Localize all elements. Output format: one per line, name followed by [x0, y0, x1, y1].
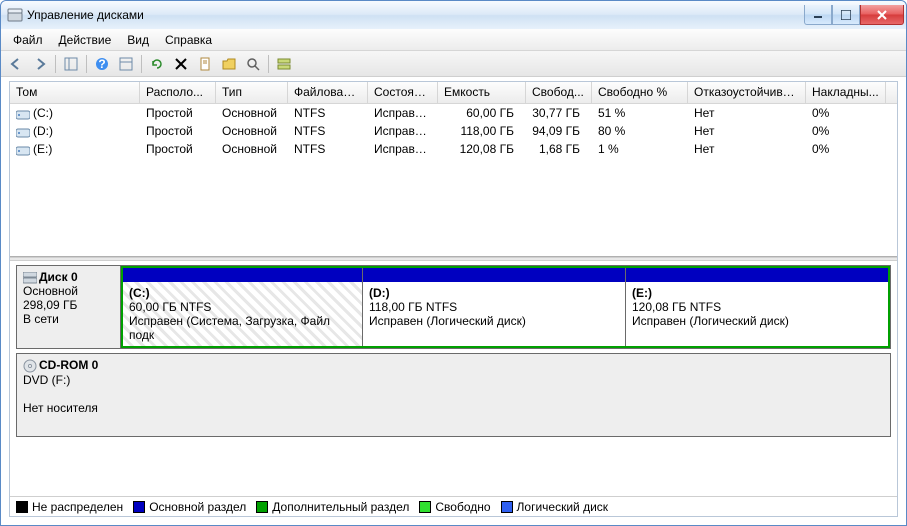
volume-icon: [16, 145, 30, 155]
disk-partitions: (C:) 60,00 ГБ NTFS Исправен (Система, За…: [121, 266, 890, 348]
disk-list-button[interactable]: [273, 53, 295, 75]
column-headers: Том Располо... Тип Файловая с... Состоян…: [10, 82, 897, 104]
col-status[interactable]: Состояние: [368, 82, 438, 103]
volume-icon: [16, 109, 30, 119]
disk-0-row[interactable]: Диск 0 Основной 298,09 ГБ В сети (C:) 60…: [16, 265, 891, 349]
volume-name: (E:): [33, 142, 52, 156]
disk-stack-icon: [23, 270, 39, 284]
cdrom-row[interactable]: CD-ROM 0 DVD (F:) Нет носителя: [16, 353, 891, 437]
svg-text:?: ?: [98, 57, 105, 71]
disk-label: Диск 0 Основной 298,09 ГБ В сети: [17, 266, 121, 348]
menu-view[interactable]: Вид: [119, 30, 157, 50]
col-layout[interactable]: Располо...: [140, 82, 216, 103]
window-controls: [804, 5, 904, 25]
minimize-button[interactable]: [804, 5, 832, 25]
graphical-view: Диск 0 Основной 298,09 ГБ В сети (C:) 60…: [10, 261, 897, 496]
menu-file[interactable]: Файл: [5, 30, 51, 50]
partition-header: [123, 268, 362, 282]
legend-swatch-logical: [501, 501, 513, 513]
window-title: Управление дисками: [27, 8, 804, 22]
title-bar[interactable]: Управление дисками: [1, 1, 906, 29]
partition-header: [626, 268, 888, 282]
legend-bar: Не распределен Основной раздел Дополните…: [10, 496, 897, 516]
col-type[interactable]: Тип: [216, 82, 288, 103]
volume-row[interactable]: (E:) Простой Основной NTFS Исправен... 1…: [10, 140, 897, 158]
content-area: Том Располо... Тип Файловая с... Состоян…: [9, 81, 898, 517]
volume-row[interactable]: (C:) Простой Основной NTFS Исправен... 6…: [10, 104, 897, 122]
legend-extended: Дополнительный раздел: [272, 500, 409, 514]
volume-list[interactable]: Том Располо... Тип Файловая с... Состоян…: [10, 82, 897, 257]
legend-swatch-extended: [256, 501, 268, 513]
cdrom-label: CD-ROM 0 DVD (F:) Нет носителя: [17, 354, 890, 436]
legend-logical: Логический диск: [517, 500, 609, 514]
col-overhead[interactable]: Накладны...: [806, 82, 886, 103]
col-volume[interactable]: Том: [10, 82, 140, 103]
open-button[interactable]: [218, 53, 240, 75]
volume-icon: [16, 127, 30, 137]
menu-action[interactable]: Действие: [51, 30, 120, 50]
show-hide-tree-button[interactable]: [60, 53, 82, 75]
legend-swatch-unallocated: [16, 501, 28, 513]
partition-header: [363, 268, 625, 282]
partition-c[interactable]: (C:) 60,00 ГБ NTFS Исправен (Система, За…: [123, 268, 363, 346]
refresh-button[interactable]: [146, 53, 168, 75]
disk-management-window: Управление дисками Файл Действие Вид Спр…: [0, 0, 907, 526]
col-free-pct[interactable]: Свободно %: [592, 82, 688, 103]
cdrom-icon: [23, 358, 39, 372]
toolbar: ?: [1, 51, 906, 77]
partition-d[interactable]: (D:) 118,00 ГБ NTFS Исправен (Логический…: [363, 268, 626, 346]
help-button[interactable]: ?: [91, 53, 113, 75]
col-free[interactable]: Свобод...: [526, 82, 592, 103]
volume-name: (C:): [33, 106, 53, 120]
explore-button[interactable]: [242, 53, 264, 75]
delete-button[interactable]: [170, 53, 192, 75]
legend-swatch-primary: [133, 501, 145, 513]
volume-row[interactable]: (D:) Простой Основной NTFS Исправен... 1…: [10, 122, 897, 140]
app-icon: [7, 7, 23, 23]
legend-primary: Основной раздел: [149, 500, 246, 514]
view-settings-button[interactable]: [115, 53, 137, 75]
legend-free: Свободно: [435, 500, 490, 514]
menu-help[interactable]: Справка: [157, 30, 220, 50]
volume-name: (D:): [33, 124, 53, 138]
col-fault[interactable]: Отказоустойчиво...: [688, 82, 806, 103]
legend-swatch-free: [419, 501, 431, 513]
col-capacity[interactable]: Емкость: [438, 82, 526, 103]
back-button[interactable]: [5, 53, 27, 75]
properties-button[interactable]: [194, 53, 216, 75]
partition-e[interactable]: (E:) 120,08 ГБ NTFS Исправен (Логический…: [626, 268, 888, 346]
close-button[interactable]: [860, 5, 904, 25]
legend-unallocated: Не распределен: [32, 500, 123, 514]
col-filesystem[interactable]: Файловая с...: [288, 82, 368, 103]
forward-button[interactable]: [29, 53, 51, 75]
menu-bar: Файл Действие Вид Справка: [1, 29, 906, 51]
maximize-button[interactable]: [832, 5, 860, 25]
